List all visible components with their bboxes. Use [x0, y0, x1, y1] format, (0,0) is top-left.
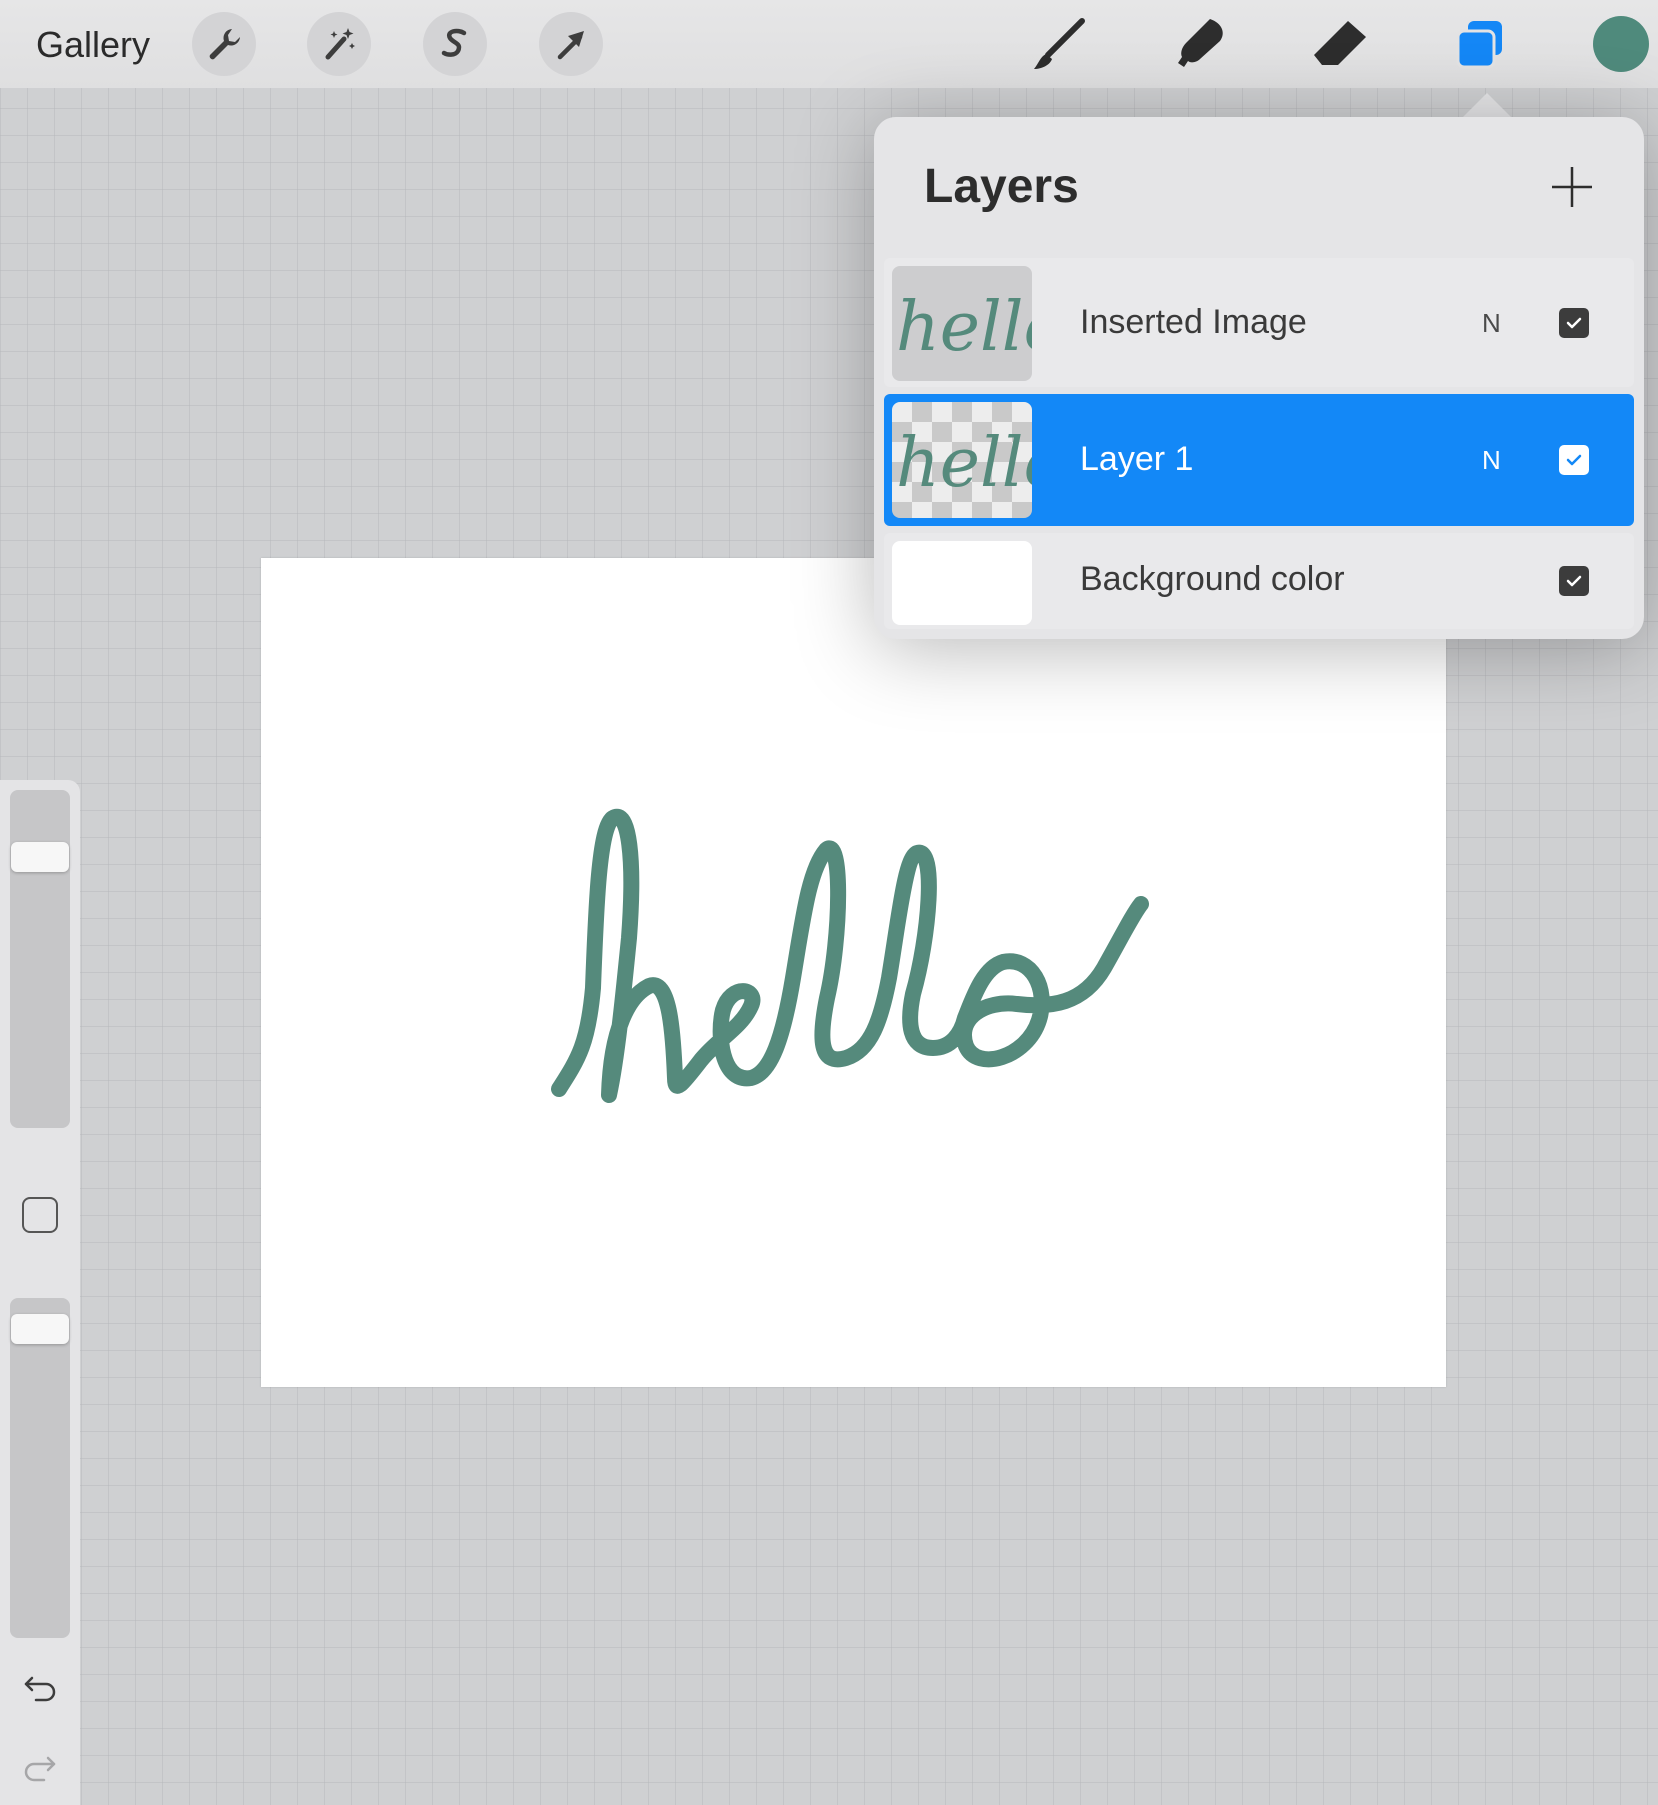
svg-text:hello: hello — [896, 288, 1032, 367]
layers-button[interactable] — [1449, 14, 1511, 76]
undo-icon — [24, 1676, 56, 1702]
plus-icon[interactable] — [1550, 165, 1594, 209]
selection-s-icon — [441, 28, 467, 57]
layer-thumbnail: hello — [892, 402, 1032, 518]
redo-icon — [24, 1756, 56, 1782]
blend-mode-button[interactable]: N — [1482, 307, 1501, 339]
redo-button[interactable] — [20, 1750, 60, 1786]
eraser-button[interactable] — [1309, 14, 1371, 76]
gallery-button[interactable]: Gallery — [36, 22, 150, 68]
brush-size-handle[interactable] — [11, 842, 69, 873]
modify-button[interactable] — [22, 1197, 58, 1233]
check-icon — [1566, 575, 1582, 587]
smudge-icon — [1178, 19, 1223, 67]
hello-lettering — [551, 808, 1149, 1103]
drawing-canvas[interactable] — [261, 558, 1446, 1387]
brush-icon — [1034, 18, 1085, 69]
layer-name[interactable]: Layer 1 — [1080, 438, 1193, 480]
color-swatch[interactable] — [1593, 16, 1649, 72]
smudge-button[interactable] — [1169, 14, 1231, 76]
blend-mode-button[interactable]: N — [1482, 444, 1501, 476]
check-icon — [1566, 454, 1582, 466]
hello-thumbnail-art: hello — [896, 424, 1032, 503]
magic-wand-icon — [325, 28, 355, 60]
panel-title: Layers — [924, 160, 1079, 213]
layer-name[interactable]: Background color — [1080, 558, 1345, 600]
popover-arrow — [1461, 93, 1513, 119]
selection-button[interactable] — [423, 12, 487, 76]
layer-row-layer-1[interactable]: hello Layer 1 N — [884, 394, 1634, 526]
brush-button[interactable] — [1029, 14, 1091, 76]
arrow-cursor-icon — [557, 31, 584, 60]
layers-panel: Layers hello Inserted Image N hello Laye… — [874, 117, 1644, 639]
adjustments-button[interactable] — [307, 12, 371, 76]
visibility-checkbox[interactable] — [1559, 445, 1589, 475]
undo-button[interactable] — [20, 1670, 60, 1706]
layer-name[interactable]: Inserted Image — [1080, 301, 1307, 343]
brush-size-slider[interactable] — [10, 790, 70, 1128]
layers-icon — [1456, 21, 1502, 69]
actions-button[interactable] — [192, 12, 256, 76]
top-toolbar: Gallery — [0, 0, 1658, 88]
svg-text:hello: hello — [896, 424, 1032, 503]
check-icon — [1566, 317, 1582, 329]
transform-button[interactable] — [539, 12, 603, 76]
layer-thumbnail: hello — [892, 266, 1032, 381]
layer-row-background-color[interactable]: Background color — [884, 533, 1634, 629]
visibility-checkbox[interactable] — [1559, 566, 1589, 596]
hello-thumbnail-art: hello — [896, 288, 1032, 367]
opacity-slider[interactable] — [10, 1298, 70, 1638]
eraser-icon — [1314, 21, 1366, 65]
visibility-checkbox[interactable] — [1559, 308, 1589, 338]
layer-row-inserted-image[interactable]: hello Inserted Image N — [884, 258, 1634, 387]
layer-thumbnail — [892, 541, 1032, 625]
wrench-icon — [209, 29, 240, 60]
opacity-handle[interactable] — [11, 1313, 69, 1344]
